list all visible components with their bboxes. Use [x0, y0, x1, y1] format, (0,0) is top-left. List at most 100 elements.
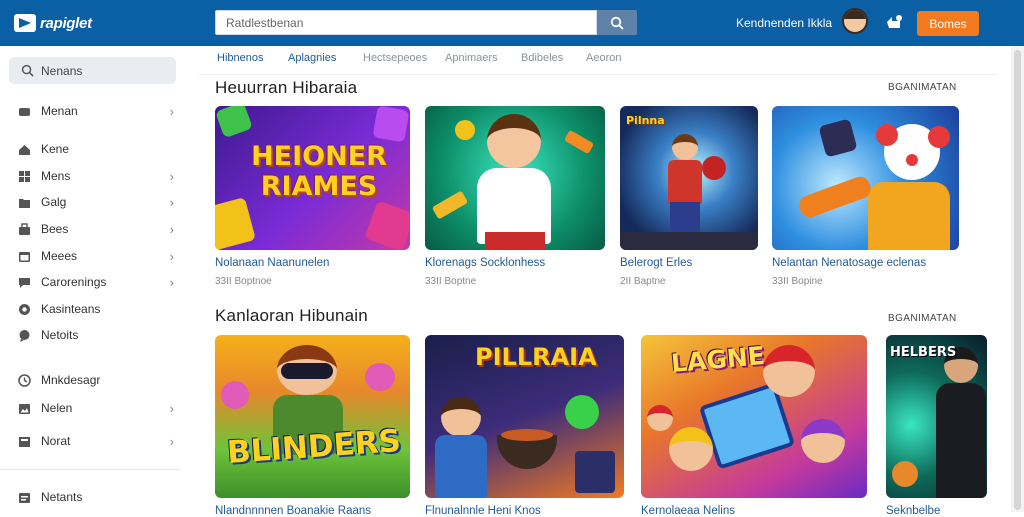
search-icon: [610, 16, 624, 30]
search-input[interactable]: [215, 10, 597, 35]
sidebar-item-label: Netants: [41, 490, 83, 504]
notification-icon[interactable]: [884, 13, 904, 33]
sidebar-item[interactable]: Netants: [18, 488, 174, 506]
game-title[interactable]: Belerogt Erles: [620, 257, 692, 269]
game-meta: 33II Boptne: [425, 276, 477, 287]
chevron-right-icon[interactable]: ›: [170, 104, 174, 119]
sidebar-item-label: Meees: [41, 249, 78, 263]
search-button[interactable]: [597, 10, 637, 35]
settings-icon: [19, 492, 30, 503]
game-thumbnail[interactable]: HELBERS: [886, 335, 987, 498]
top-bar: rapiglet Kendnenden Ikkla Bomes: [0, 0, 1024, 46]
subnav-tab-2[interactable]: Aplagnies: [288, 52, 336, 64]
subnav-tab-5[interactable]: Bdibeles: [521, 52, 563, 64]
game-thumbnail-title: LAGNE: [669, 340, 766, 379]
chevron-right-icon[interactable]: ›: [170, 401, 174, 416]
sidebar: Nenans Menan › Kene Mens › Galg › Bees › Meees › Ca…: [0, 46, 190, 512]
grid-icon: [19, 170, 30, 182]
bubble-icon: [19, 329, 30, 342]
game-thumbnail[interactable]: BLINDERS: [215, 335, 410, 498]
game-thumbnail-title: HEIONER RIAMES: [251, 141, 387, 202]
sidebar-item[interactable]: Kasinteans: [18, 300, 174, 318]
sidebar-item-label: Galg: [41, 195, 67, 209]
game-meta: 33II Bopine: [772, 276, 823, 287]
sidebar-item-label: Mens: [41, 169, 71, 183]
sidebar-item[interactable]: Mens ›: [18, 167, 174, 185]
game-thumbnail[interactable]: Pilnna: [620, 106, 758, 250]
game-title[interactable]: Kernolaeaa Nelins: [641, 505, 735, 517]
sidebar-item-label: Kene: [41, 142, 70, 156]
avatar[interactable]: [842, 8, 868, 34]
game-meta: 2II Baptne: [620, 276, 666, 287]
home-icon: [19, 144, 30, 155]
game-thumbnail-title: BLINDERS: [225, 422, 403, 472]
game-thumbnail[interactable]: [772, 106, 959, 250]
folder-icon: [19, 198, 30, 208]
sidebar-item[interactable]: Meees ›: [18, 247, 174, 265]
section-title: Heuurran Hibaraia: [215, 78, 358, 97]
chevron-right-icon[interactable]: ›: [170, 222, 174, 237]
chat-icon: [19, 277, 30, 288]
cta-button[interactable]: Bomes: [917, 11, 979, 36]
sidebar-item[interactable]: Bees ›: [18, 220, 174, 238]
sidebar-item-label: Mnkdesagr: [41, 373, 101, 387]
sidebar-item-label: Nelen: [41, 401, 73, 415]
game-thumbnail-title: PILLRAIA: [475, 343, 597, 371]
view-all-link[interactable]: BGANIMATAN: [888, 313, 957, 324]
game-title[interactable]: Flnunalnnle Heni Knos: [425, 505, 541, 517]
bag-icon: [19, 222, 30, 235]
subnav-tab-1[interactable]: Hibnenos: [217, 52, 263, 64]
chevron-right-icon[interactable]: ›: [170, 275, 174, 290]
gamepad-icon: [19, 107, 30, 116]
chevron-right-icon[interactable]: ›: [170, 195, 174, 210]
sidebar-item[interactable]: Netoits: [18, 326, 174, 344]
sidebar-item[interactable]: Mnkdesagr: [18, 371, 174, 389]
divider: [198, 74, 998, 75]
game-thumbnail[interactable]: PILLRAIA: [425, 335, 624, 498]
section-title: Kanlaoran Hibunain: [215, 306, 368, 325]
game-thumbnail[interactable]: LAGNE: [641, 335, 867, 498]
box-icon: [19, 436, 30, 447]
game-title[interactable]: Nlandnnnnen Boanakie Raans: [215, 505, 371, 517]
app-logo[interactable]: rapiglet: [14, 10, 92, 36]
sidebar-item[interactable]: Menan ›: [18, 102, 174, 120]
sidebar-item[interactable]: Norat ›: [18, 432, 174, 450]
sidebar-item-label: Norat: [41, 434, 71, 448]
image-icon: [19, 403, 30, 414]
sidebar-item-label: Netoits: [41, 328, 79, 342]
game-thumbnail[interactable]: HEIONER RIAMES: [215, 106, 410, 250]
chevron-right-icon[interactable]: ›: [170, 434, 174, 449]
sidebar-item[interactable]: Carorenings ›: [18, 273, 174, 291]
subnav-tab-6[interactable]: Aeoron: [586, 52, 621, 64]
game-title[interactable]: Nolanaan Naanunelen: [215, 257, 329, 269]
globe-icon: [19, 303, 30, 315]
search-icon: [21, 64, 34, 77]
sidebar-search[interactable]: Nenans: [9, 57, 176, 84]
game-meta: 33II Boptnoe: [215, 276, 272, 287]
user-name[interactable]: Kendnenden Ikkla: [736, 16, 832, 30]
subnav-tab-3[interactable]: Hectsepeoes: [363, 52, 427, 64]
view-all-link[interactable]: BGANIMATAN: [888, 82, 957, 93]
chevron-right-icon[interactable]: ›: [170, 249, 174, 264]
sidebar-search-label: Nenans: [41, 64, 83, 78]
sidebar-item[interactable]: Kene: [18, 140, 174, 158]
subnav-tab-4[interactable]: Apnimaers: [445, 52, 498, 64]
scrollbar[interactable]: [1011, 46, 1024, 512]
game-title[interactable]: Klorenags Socklonhess: [425, 257, 545, 269]
scrollbar-thumb[interactable]: [1014, 50, 1021, 510]
game-thumbnail-title: HELBERS: [890, 345, 957, 360]
sidebar-item-label: Bees: [41, 222, 69, 236]
chevron-right-icon[interactable]: ›: [170, 169, 174, 184]
game-thumbnail-title: Pilnna: [626, 114, 665, 127]
divider: [0, 469, 180, 470]
sidebar-item[interactable]: Galg ›: [18, 193, 174, 211]
game-title[interactable]: Nelantan Nenatosage eclenas: [772, 257, 926, 269]
clock-icon: [18, 373, 31, 387]
sidebar-item-label: Carorenings: [41, 275, 107, 289]
sidebar-item-label: Menan: [41, 104, 78, 118]
logo-icon: [14, 14, 36, 32]
calendar-icon: [19, 251, 30, 262]
game-thumbnail[interactable]: [425, 106, 605, 250]
game-title[interactable]: Seknbelbe: [886, 505, 940, 517]
sidebar-item[interactable]: Nelen ›: [18, 399, 174, 417]
